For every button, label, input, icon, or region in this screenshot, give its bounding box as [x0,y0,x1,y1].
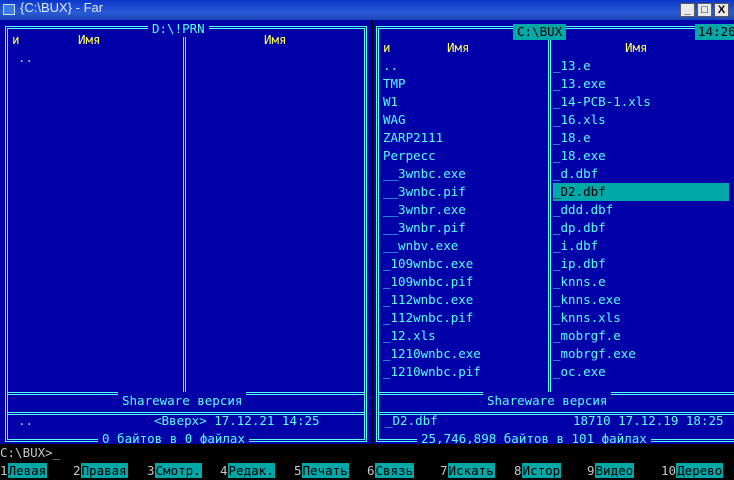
file-item[interactable]: W1 [383,93,398,111]
file-item[interactable]: _ip.dbf [553,255,606,273]
file-item[interactable]: WAG [383,111,406,129]
fkey-label: Видео [594,463,635,478]
file-item[interactable]: __3wnbr.exe [383,201,466,219]
file-item[interactable]: _18.exe [553,147,606,165]
file-item[interactable]: _109wnbc.pif [383,273,473,291]
minimize-button[interactable]: _ [680,3,695,17]
right-shareware-label: Shareware версия [483,392,612,410]
fkey-10-button[interactable]: 10Дерево [661,462,724,480]
file-item[interactable]: _d.dbf [553,165,598,183]
fkey-label: Истор [521,463,562,478]
window-title: {C:\BUX} - Far [20,0,104,15]
fkey-number: 10 [661,463,677,478]
file-item[interactable]: _mobrgf.exe [553,345,636,363]
file-item[interactable]: _16.xls [553,111,606,129]
left-column-divider [183,29,186,392]
fkey-label: Смотр. [154,463,202,478]
close-button[interactable]: X [714,3,729,17]
file-item[interactable]: TMP [383,75,406,93]
fkey-label: Дерево [676,463,724,478]
clock: 14:26 [695,24,734,40]
fkey-2-button[interactable]: 2Правая [73,462,128,480]
right-panel[interactable]: C:\BUX 14:26 и Имя Имя .. TMP W1 WAG ZARP211… [373,20,734,448]
fkey-label: Левая [7,463,48,478]
file-item[interactable]: _1210wnbc.pif [383,363,481,381]
fkey-3-button[interactable]: 3Смотр. [147,462,202,480]
fkey-label: Правая [80,463,128,478]
command-line[interactable]: C:\BUX>_ [0,444,734,462]
file-item[interactable]: _oc.exe [553,363,606,381]
far-app-icon [3,4,15,15]
right-info-name: _D2.dbf [385,413,438,428]
left-sort-marker: и [12,32,20,47]
right-info-detail: 18710 17.12.19 18:25 [573,413,724,428]
fkey-number: 3 [147,463,155,478]
fkey-label: Редак. [227,463,275,478]
file-item[interactable]: _14-PCB-1.xls [553,93,651,111]
right-col-header-name-2[interactable]: Имя [625,39,648,57]
fkey-7-button[interactable]: 7Искать [440,462,495,480]
file-item[interactable]: _knns.e [553,273,606,291]
file-item[interactable]: _109wnbc.exe [383,255,473,273]
file-item[interactable]: Perpecc [383,147,436,165]
left-panel[interactable]: D:\!PRN и Имя Имя .. Shareware версия ..… [0,20,371,448]
fkey-number: 1 [0,463,8,478]
file-item[interactable]: _knns.exe [553,291,621,309]
fkey-number: 2 [73,463,81,478]
fkey-label: Искать [447,463,495,478]
window-titlebar[interactable]: {C:\BUX} - Far _ □ X [0,0,734,20]
file-item[interactable]: _knns.xls [553,309,621,327]
file-item[interactable]: _ddd.dbf [553,201,613,219]
fkey-label: Связь [374,463,415,478]
file-item[interactable]: _13.e [553,57,591,75]
maximize-button[interactable]: □ [697,3,712,17]
left-panel-path[interactable]: D:\!PRN [148,21,209,37]
file-item[interactable]: __3wnbr.pif [383,219,466,237]
fkey-9-button[interactable]: 9Видео [587,462,635,480]
left-col-header-name[interactable]: Имя [78,31,101,49]
file-item[interactable]: __wnbv.exe [383,237,458,255]
file-item[interactable]: _112wnbc.pif [383,309,473,327]
left-col-header-name-2[interactable]: Имя [264,31,287,49]
file-item[interactable]: .. [383,57,398,75]
fkey-number: 7 [440,463,448,478]
left-info-detail: <Вверх> 17.12.21 14:25 [154,413,320,428]
left-shareware-label: Shareware версия [118,392,247,410]
file-item[interactable]: _dp.dbf [553,219,606,237]
file-item[interactable]: .. [18,49,33,67]
file-item[interactable]: _mobrgf.e [553,327,621,345]
file-item[interactable]: __3wnbc.exe [383,165,466,183]
fkey-number: 9 [587,463,595,478]
right-column-divider [548,29,551,392]
function-key-bar: 1Левая 2Правая 3Смотр. 4Редак. 5Печать 6Связь… [0,462,734,480]
file-item[interactable]: _112wnbc.exe [383,291,473,309]
file-item[interactable]: __3wnbc.pif [383,183,466,201]
file-item[interactable]: _13.exe [553,75,606,93]
left-panel-frame [5,26,367,442]
fkey-number: 6 [367,463,375,478]
right-col-header-name[interactable]: Имя [447,39,470,57]
fkey-label: Печать [301,463,349,478]
file-item[interactable]: _D2.dbf [553,183,729,201]
left-info-name: .. [18,413,34,428]
file-item[interactable]: _1210wnbc.exe [383,345,481,363]
right-panel-path[interactable]: C:\BUX [513,24,567,40]
fkey-8-button[interactable]: 8Истор [514,462,562,480]
file-item[interactable]: ZARP2111 [383,129,443,147]
fkey-5-button[interactable]: 5Печать [294,462,349,480]
fkey-4-button[interactable]: 4Редак. [220,462,275,480]
fkey-number: 8 [514,463,522,478]
file-item[interactable]: _12.xls [383,327,436,345]
fkey-number: 4 [220,463,228,478]
fkey-1-button[interactable]: 1Левая [0,462,48,480]
file-item[interactable]: _18.e [553,129,591,147]
fkey-number: 5 [294,463,302,478]
right-sort-marker: и [383,40,391,55]
fkey-6-button[interactable]: 6Связь [367,462,415,480]
file-item[interactable]: _i.dbf [553,237,598,255]
